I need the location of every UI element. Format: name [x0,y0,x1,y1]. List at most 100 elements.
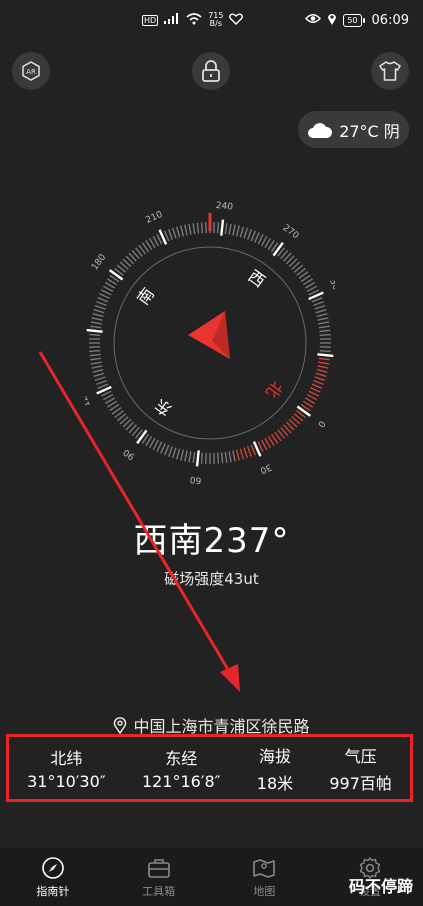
latitude-label: 北纬 [50,749,83,768]
tick-mark [317,353,334,358]
tick-mark [306,285,318,292]
tick-mark [102,285,114,292]
ar-button[interactable]: AR [12,52,50,90]
nav-compass[interactable]: 指南针 [0,848,106,906]
tick-mark [96,300,107,307]
arrow-head [220,664,240,692]
tick-mark [160,443,166,454]
tick-mark [90,321,102,325]
tick-mark [272,241,284,257]
tick-mark [96,379,107,386]
tick-mark [102,394,114,401]
cardinal-north: 北 [262,378,287,402]
altitude-value: 18米 [256,773,294,793]
tick-mark [167,446,174,457]
status-right: 50 06:09 [305,12,409,29]
nav-map[interactable]: 地图 [212,848,318,906]
tick-mark [164,230,170,242]
status-left: HD 715 B/s [142,12,244,28]
tick-mark [306,394,318,401]
tick-mark [200,222,204,234]
tick-mark [164,444,170,456]
location-icon [327,12,337,29]
tick-mark [232,224,236,236]
watermark-text: 码不停蹄 [348,877,413,896]
degree-label: 90 [122,446,137,461]
tick-mark [92,368,104,373]
cardinal-south: 南 [133,284,158,308]
skin-button[interactable] [371,52,409,90]
tick-mark [192,451,196,463]
tick-mark [239,448,245,460]
degree-label: 270 [281,223,301,241]
tick-mark [235,225,240,237]
tick-mark [228,451,232,463]
tick-mark [184,450,188,462]
battery-indicator: 50 [343,14,365,27]
heart-icon [229,13,244,28]
tick-mark [188,223,192,235]
tick-mark [235,449,240,461]
tshirt-icon [379,61,401,81]
tick-mark [313,300,324,307]
weather-badge[interactable]: 27°C 阴 [298,111,409,148]
heading-readout: 西南237° [133,521,290,561]
tick-mark [317,317,329,321]
degree-label: 240 [215,201,233,213]
tick-mark [220,219,225,236]
tick-mark [239,226,245,238]
tick-mark [91,317,103,321]
longitude-label: 东经 [165,749,198,768]
tick-mark [89,353,101,357]
tick-mark [90,357,102,361]
tick-mark [152,439,159,451]
tick-mark [156,441,163,453]
svg-text:AR: AR [26,68,36,76]
tick-mark [167,229,174,240]
signal-icon [164,13,180,27]
tick-mark [220,452,224,464]
degree-label: 180 [90,252,108,272]
tick-mark [246,229,253,240]
tick-mark [94,304,106,310]
tick-mark [318,361,330,365]
longitude-value: 121°16′8″ [141,772,221,791]
tick-mark [246,446,253,457]
tick-mark [136,429,148,445]
tick-mark [93,308,105,314]
tick-mark [152,235,159,247]
nav-map-label: 地图 [253,884,276,898]
compass-dial[interactable]: 2402703003300306090120150180210北东南西 [85,185,335,505]
toolbox-icon [147,858,170,878]
nav-compass-label: 指南针 [36,884,70,898]
nav-toolbox[interactable]: 工具箱 [106,848,212,906]
longitude-item: 东经 121°16′8″ [142,745,221,791]
tick-mark [89,333,101,337]
tick-mark [195,450,200,467]
tick-mark [216,222,220,234]
tick-mark [317,365,329,369]
tick-mark [315,372,327,378]
wifi-icon [186,12,202,28]
tick-mark [261,439,268,451]
cardinal-east: 东 [151,395,175,420]
tick-mark [311,297,323,303]
tick-mark [91,365,103,369]
cardinal-west: 西 [245,266,269,291]
degree-label: 60 [189,474,202,485]
cloud-icon [308,122,333,138]
eye-icon [305,13,322,28]
compass-icon [42,856,64,879]
magnetic-field-readout: 磁场强度43ut [164,570,259,588]
tick-mark [314,304,326,310]
tick-mark [243,227,249,239]
tick-mark [243,447,249,459]
altitude-label: 海拔 [258,746,291,766]
tick-mark [180,449,185,461]
tick-mark [314,376,326,382]
tick-mark [200,452,204,464]
lock-button[interactable] [192,52,230,90]
status-bar: HD 715 B/s 50 06:09 [0,0,423,44]
tick-mark [232,450,236,462]
tick-mark [188,451,192,463]
